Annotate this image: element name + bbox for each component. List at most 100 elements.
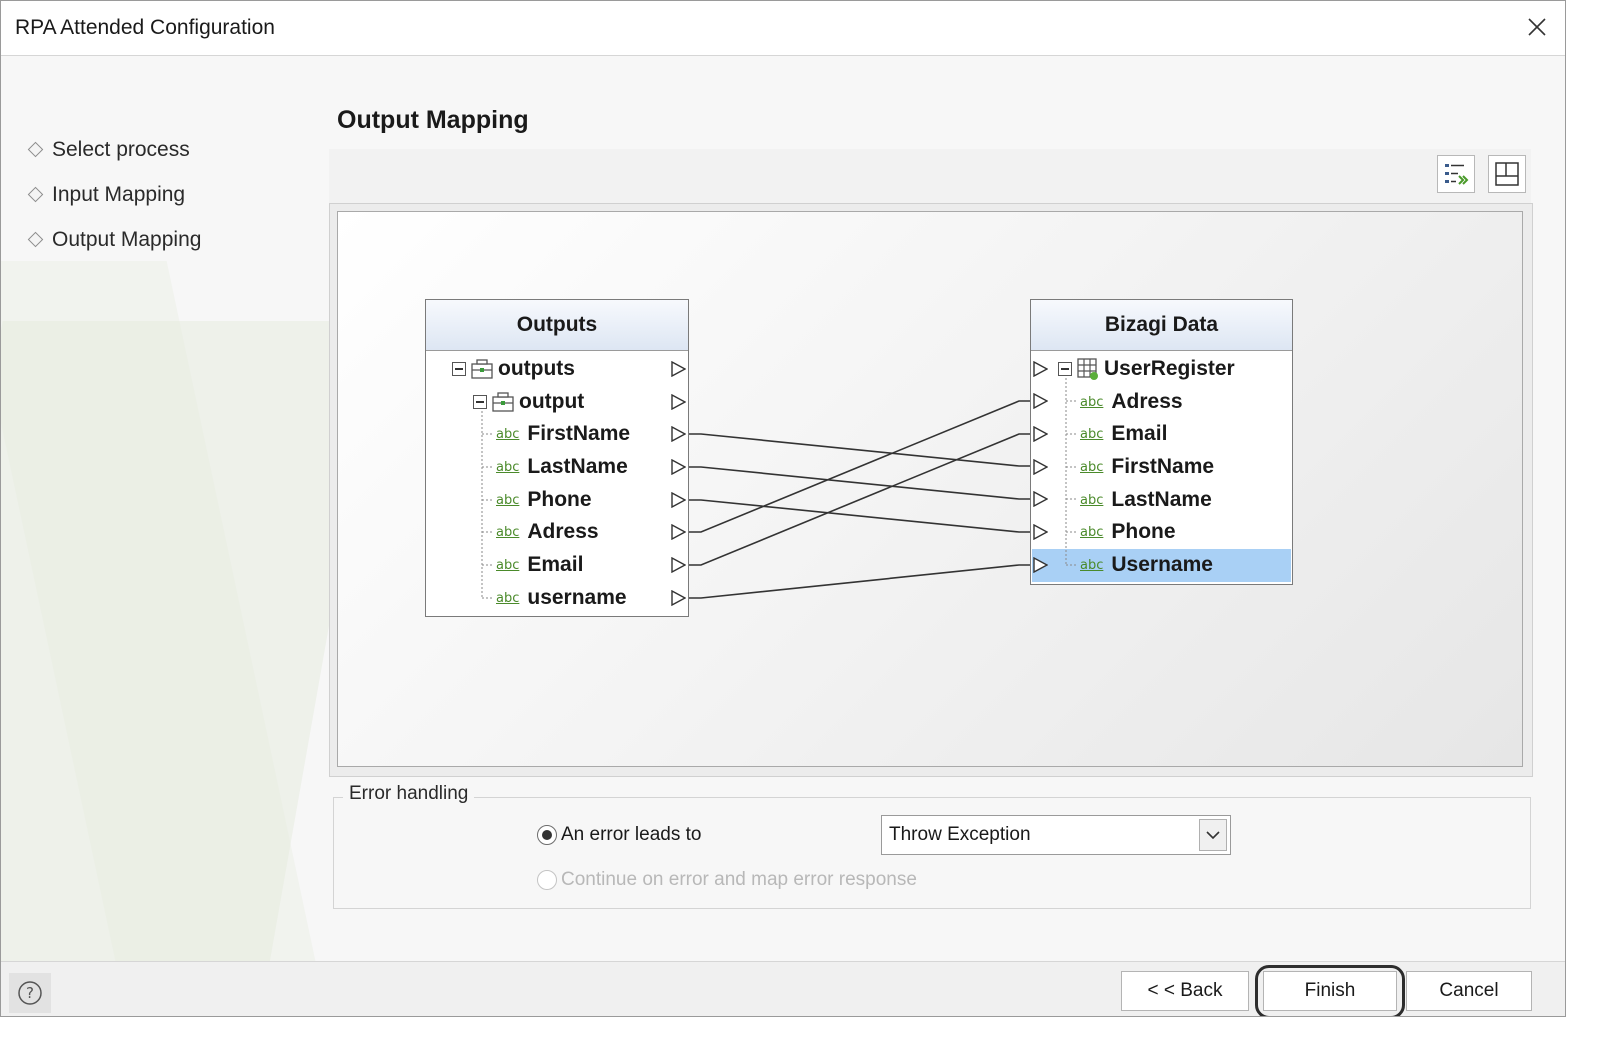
object-icon	[492, 392, 514, 412]
input-port-icon[interactable]	[1032, 361, 1048, 377]
source-row-lastname[interactable]: abc LastName	[496, 451, 628, 483]
error-handling-legend: Error handling	[343, 783, 475, 805]
layout-icon	[1495, 162, 1519, 186]
string-type-icon: abc	[496, 459, 520, 475]
collapse-icon[interactable]	[452, 362, 466, 376]
string-type-icon: abc	[496, 492, 520, 508]
target-row-userregister[interactable]: UserRegister	[1058, 353, 1235, 385]
close-icon	[1528, 18, 1546, 36]
input-port-icon[interactable]	[1032, 491, 1048, 507]
input-port-icon[interactable]	[1032, 557, 1048, 573]
step-output-mapping[interactable]: Output Mapping	[27, 217, 201, 262]
target-row-label: FirstName	[1111, 455, 1215, 478]
string-type-icon: abc	[1080, 524, 1104, 540]
target-row-username[interactable]: abc Username	[1080, 549, 1213, 581]
error-leads-to-option[interactable]: An error leads to	[537, 824, 701, 846]
error-leads-to-label: An error leads to	[561, 824, 702, 845]
string-type-icon: abc	[1080, 426, 1104, 442]
dropdown-button[interactable]	[1199, 819, 1227, 851]
mapping-toolbar	[329, 149, 1531, 203]
close-button[interactable]	[1521, 11, 1553, 43]
step-input-mapping[interactable]: Input Mapping	[27, 172, 201, 217]
wizard-steps: Select process Input Mapping Output Mapp…	[27, 127, 201, 262]
radio-checked-icon[interactable]	[537, 825, 557, 845]
page-title: Output Mapping	[337, 106, 529, 134]
target-row-adress[interactable]: abc Adress	[1080, 386, 1183, 418]
step-select-process[interactable]: Select process	[27, 127, 201, 172]
layout-button[interactable]	[1488, 155, 1526, 193]
chevron-down-icon	[1206, 831, 1220, 840]
source-row-adress[interactable]: abc Adress	[496, 516, 599, 548]
svg-text:?: ?	[26, 984, 34, 1002]
collapse-icon[interactable]	[1058, 362, 1072, 376]
output-port-icon[interactable]	[670, 361, 686, 377]
string-type-icon: abc	[496, 557, 520, 573]
object-icon	[471, 359, 493, 379]
target-row-firstname[interactable]: abc FirstName	[1080, 451, 1214, 483]
step-bullet-icon	[27, 141, 44, 158]
target-row-label: LastName	[1111, 488, 1212, 511]
help-icon: ?	[18, 981, 42, 1005]
source-row-phone[interactable]: abc Phone	[496, 484, 592, 516]
auto-map-icon	[1445, 164, 1469, 185]
source-row-output[interactable]: output	[473, 386, 584, 418]
step-bullet-icon	[27, 231, 44, 248]
dialog-window: RPA Attended Configuration Select proces…	[0, 0, 1566, 1017]
input-port-icon[interactable]	[1032, 393, 1048, 409]
target-row-label: Email	[1111, 422, 1168, 445]
string-type-icon: abc	[496, 524, 520, 540]
string-type-icon: abc	[1080, 459, 1104, 475]
input-port-icon[interactable]	[1032, 524, 1048, 540]
target-row-email[interactable]: abc Email	[1080, 418, 1167, 450]
auto-map-button[interactable]	[1437, 155, 1475, 193]
radio-unchecked-icon	[537, 870, 557, 890]
source-row-label: Phone	[527, 488, 592, 511]
output-port-icon[interactable]	[670, 394, 686, 410]
source-row-label: outputs	[498, 357, 575, 380]
target-box-title: Bizagi Data	[1031, 300, 1292, 351]
target-row-label: Adress	[1111, 390, 1183, 413]
finish-button[interactable]: Finish	[1263, 971, 1397, 1011]
string-type-icon: abc	[1080, 394, 1104, 410]
source-row-label: LastName	[527, 455, 628, 478]
source-row-label: username	[527, 586, 627, 609]
continue-on-error-option: Continue on error and map error response	[537, 869, 917, 891]
cancel-button[interactable]: Cancel	[1406, 971, 1532, 1011]
string-type-icon: abc	[496, 426, 520, 442]
back-button[interactable]: < < Back	[1121, 971, 1249, 1011]
output-port-icon[interactable]	[670, 459, 686, 475]
output-port-icon[interactable]	[670, 557, 686, 573]
entity-table-icon	[1077, 358, 1098, 380]
error-action-select[interactable]: Throw Exception	[881, 815, 1231, 855]
step-label: Select process	[52, 137, 190, 161]
title-bar: RPA Attended Configuration	[1, 1, 1565, 56]
source-row-outputs[interactable]: outputs	[452, 353, 575, 385]
string-type-icon: abc	[496, 590, 520, 606]
target-row-phone[interactable]: abc Phone	[1080, 516, 1176, 548]
error-action-value: Throw Exception	[889, 824, 1031, 845]
step-label: Output Mapping	[52, 227, 202, 251]
output-port-icon[interactable]	[670, 590, 686, 606]
continue-on-error-label: Continue on error and map error response	[561, 869, 917, 890]
input-port-icon[interactable]	[1032, 459, 1048, 475]
string-type-icon: abc	[1080, 492, 1104, 508]
source-row-label: Email	[527, 553, 584, 576]
source-row-firstname[interactable]: abc FirstName	[496, 418, 630, 450]
output-port-icon[interactable]	[670, 426, 686, 442]
collapse-icon[interactable]	[473, 395, 487, 409]
help-button[interactable]: ?	[9, 973, 51, 1013]
source-row-username[interactable]: abc username	[496, 582, 627, 614]
source-row-email[interactable]: abc Email	[496, 549, 583, 581]
step-bullet-icon	[27, 186, 44, 203]
target-row-label: UserRegister	[1104, 357, 1235, 380]
source-row-label: Adress	[527, 520, 599, 543]
output-port-icon[interactable]	[670, 524, 686, 540]
input-port-icon[interactable]	[1032, 426, 1048, 442]
step-label: Input Mapping	[52, 182, 186, 206]
string-type-icon: abc	[1080, 557, 1104, 573]
target-row-lastname[interactable]: abc LastName	[1080, 484, 1212, 516]
target-row-label: Username	[1111, 553, 1213, 576]
target-row-label: Phone	[1111, 520, 1176, 543]
output-port-icon[interactable]	[670, 492, 686, 508]
window-title: RPA Attended Configuration	[15, 16, 275, 39]
